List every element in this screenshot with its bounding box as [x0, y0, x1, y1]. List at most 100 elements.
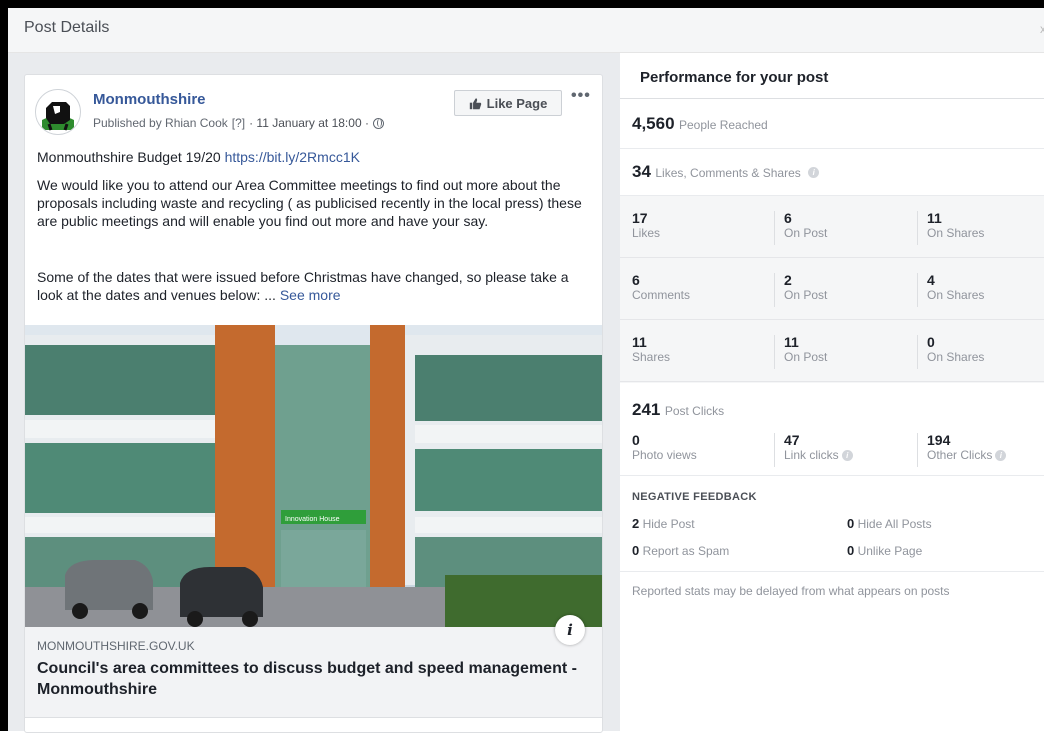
comments-total-label: Comments: [632, 288, 691, 302]
modal-title: Post Details: [24, 19, 110, 36]
photo-views-cell: 0 Photo views: [632, 433, 697, 467]
post-clicks-label: Post Clicks: [664, 404, 725, 418]
engagement-info-icon[interactable]: i: [808, 167, 820, 179]
like-page-label: Like Page: [486, 95, 548, 111]
performance-panel: Performance for your post 4,560 People R…: [620, 53, 1044, 731]
link-preview-info[interactable]: MONMOUTHSHIRE.GOV.UK Council's area comm…: [25, 627, 602, 717]
likes-on-post-value: 6: [784, 210, 792, 226]
link-title[interactable]: Council's area committees to discuss bud…: [37, 658, 577, 700]
post-paragraph-2: Some of the dates that were issued befor…: [37, 268, 593, 304]
post-timestamp[interactable]: · 11 January at 18:00 ·: [249, 116, 369, 130]
shares-total-cell: 11 Shares: [632, 335, 670, 369]
more-options-icon[interactable]: •••: [571, 87, 591, 105]
likes-on-post-cell: 6 On Post: [774, 211, 827, 245]
other-clicks-value: 194: [927, 432, 951, 448]
report-spam-stat: 0 Report as Spam: [632, 543, 729, 558]
likes-total-label: Likes: [632, 226, 661, 240]
shares-total-label: Shares: [632, 350, 671, 364]
shares-total-value: 11: [632, 334, 647, 350]
footnote-divider: [620, 571, 1044, 572]
link-domain: MONMOUTHSHIRE.GOV.UK: [37, 639, 195, 653]
hide-post-value: 2: [632, 516, 640, 531]
likes-total-cell: 17 Likes: [632, 211, 660, 245]
people-reached-row: 4,560 People Reached: [620, 99, 1044, 149]
other-clicks-label: Other Clicks: [927, 448, 993, 462]
shares-on-post-label: On Post: [784, 350, 828, 364]
performance-title: Performance for your post: [640, 69, 829, 86]
post-text-line1: Monmouthshire Budget 19/20 https://bit.l…: [37, 148, 593, 166]
photo-views-label: Photo views: [632, 448, 697, 462]
post-meta: Published by Rhian Cook [?] · 11 January…: [93, 116, 384, 130]
post-clicks-value: 241: [632, 400, 661, 419]
report-spam-value: 0: [632, 543, 640, 558]
comments-on-shares-label: On Shares: [927, 288, 985, 302]
modal-header: Post Details x: [8, 8, 1044, 53]
building-sign-text: Innovation House: [285, 516, 340, 523]
thumbs-up-icon: [469, 97, 481, 109]
published-by: Published by Rhian Cook: [93, 116, 228, 130]
comments-total-cell: 6 Comments: [632, 273, 690, 307]
likes-total-value: 17: [632, 210, 648, 226]
shares-on-shares-cell: 0 On Shares: [917, 335, 984, 369]
people-reached-label: People Reached: [679, 118, 768, 132]
post-line1-text: Monmouthshire Budget 19/20: [37, 149, 225, 165]
shares-row: 11 Shares 11 On Post 0 On Shares: [620, 320, 1044, 382]
comments-on-post-value: 2: [784, 272, 792, 288]
info-icon[interactable]: i: [555, 615, 585, 645]
people-reached-value: 4,560: [632, 114, 675, 133]
unlike-page-value: 0: [847, 543, 855, 558]
comments-on-post-label: On Post: [784, 288, 828, 302]
window-frame-top: [0, 0, 1044, 8]
globe-icon: [372, 117, 384, 129]
close-icon[interactable]: x: [1040, 22, 1044, 36]
post-short-link[interactable]: https://bit.ly/2Rmcc1K: [225, 149, 360, 165]
post-paragraph-1: We would like you to attend our Area Com…: [37, 177, 582, 229]
comments-total-value: 6: [632, 272, 640, 288]
engagement-label: Likes, Comments & Shares: [655, 166, 801, 180]
engagement-row: 34 Likes, Comments & Shares i: [620, 149, 1044, 196]
link-clicks-value: 47: [784, 432, 800, 448]
shares-on-post-value: 11: [784, 334, 799, 350]
unlike-page-stat: 0 Unlike Page: [847, 543, 922, 558]
stats-footnote: Reported stats may be delayed from what …: [632, 584, 950, 598]
other-clicks-label-wrap: Other Clicks i: [927, 448, 1007, 463]
page-avatar[interactable]: [35, 89, 81, 135]
link-clicks-label: Link clicks: [784, 448, 839, 462]
hide-post-label: Hide Post: [642, 517, 695, 531]
post-clicks-row: 241 Post Clicks: [620, 383, 1044, 431]
negative-feedback-title: NEGATIVE FEEDBACK: [632, 491, 757, 503]
clicks-breakdown-row: 0 Photo views 47 Link clicks i 194 Other …: [620, 425, 1044, 476]
hide-post-stat: 2 Hide Post: [632, 516, 695, 531]
post-card: Monmouthshire Published by Rhian Cook [?…: [24, 74, 603, 733]
comments-row: 6 Comments 2 On Post 4 On Shares: [620, 258, 1044, 320]
like-page-button[interactable]: Like Page: [454, 90, 562, 116]
hide-all-posts-stat: 0 Hide All Posts: [847, 516, 932, 531]
help-marker[interactable]: [?]: [232, 116, 245, 130]
link-clicks-info-icon[interactable]: i: [841, 450, 853, 462]
shares-on-shares-label: On Shares: [927, 350, 985, 364]
engagement-value: 34: [632, 162, 651, 181]
likes-on-shares-label: On Shares: [927, 226, 985, 240]
likes-row: 17 Likes 6 On Post 11 On Shares: [620, 196, 1044, 258]
comments-on-post-cell: 2 On Post: [774, 273, 827, 307]
comments-on-shares-cell: 4 On Shares: [917, 273, 984, 307]
window-frame-left: [0, 0, 8, 731]
link-clicks-cell: 47 Link clicks i: [774, 433, 853, 467]
link-clicks-label-wrap: Link clicks i: [784, 448, 853, 463]
other-clicks-info-icon[interactable]: i: [995, 450, 1007, 462]
report-spam-label: Report as Spam: [642, 544, 730, 558]
see-more-link[interactable]: See more: [280, 287, 341, 303]
other-clicks-cell: 194 Other Clicks i: [917, 432, 1007, 467]
likes-on-shares-value: 11: [927, 210, 942, 226]
page-name-link[interactable]: Monmouthshire: [93, 91, 206, 108]
likes-on-post-label: On Post: [784, 226, 828, 240]
comments-on-shares-value: 4: [927, 272, 935, 288]
performance-header: Performance for your post: [620, 53, 1044, 99]
hide-all-posts-value: 0: [847, 516, 855, 531]
card-divider: [25, 717, 602, 718]
link-preview-image[interactable]: Innovation House: [25, 325, 602, 627]
likes-on-shares-cell: 11 On Shares: [917, 211, 984, 245]
hide-all-posts-label: Hide All Posts: [857, 517, 932, 531]
photo-views-value: 0: [632, 432, 640, 448]
shares-on-post-cell: 11 On Post: [774, 335, 827, 369]
